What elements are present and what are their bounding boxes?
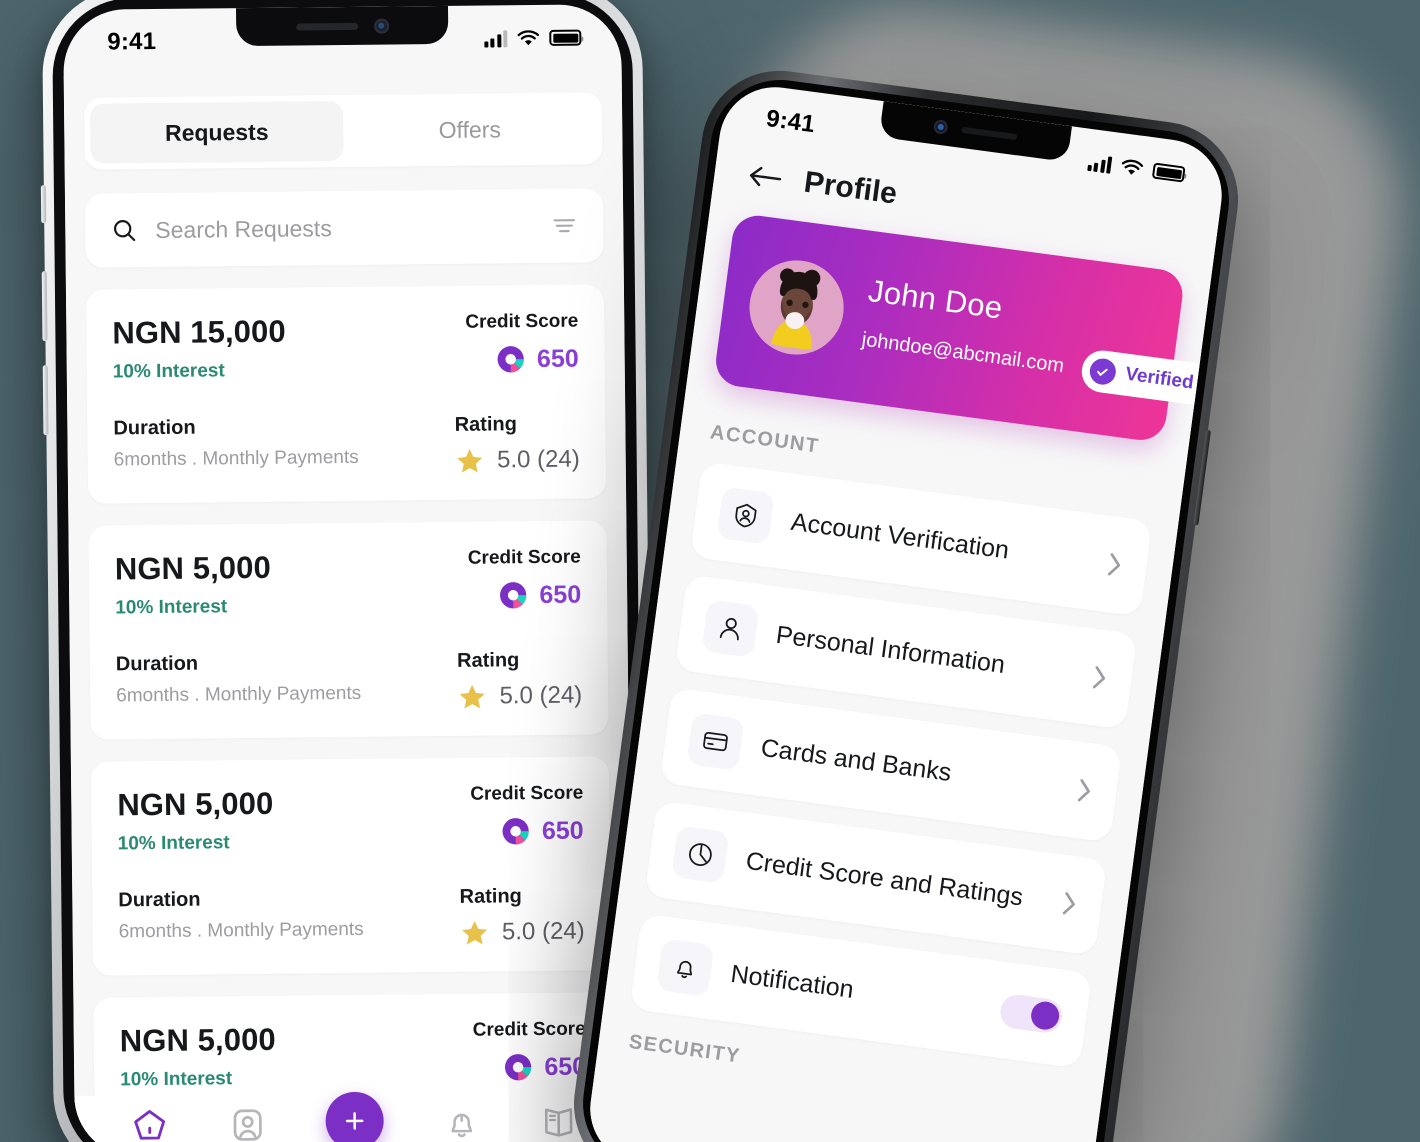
duration-value: 6months . Monthly Payments bbox=[116, 682, 362, 707]
menu-item-label: Notification bbox=[729, 959, 856, 1004]
rating-value: 5.0 (24) bbox=[499, 681, 583, 710]
requests-screen: Requests Offers Search Requests NGN 15,0… bbox=[63, 70, 633, 1142]
profile-icon[interactable] bbox=[229, 1106, 267, 1142]
home-icon[interactable] bbox=[130, 1106, 170, 1142]
credit-score-donut-icon bbox=[502, 818, 530, 845]
menu-item-label: Account Verification bbox=[789, 507, 1011, 565]
card-interest: 10% Interest bbox=[112, 360, 225, 383]
volume-down-button[interactable] bbox=[42, 365, 49, 436]
menu-item-label: Personal Information bbox=[774, 620, 1007, 679]
phone-left-screen: 9:41 Requests Offers Search Requests NGN… bbox=[63, 4, 633, 1142]
shield-person-icon bbox=[716, 486, 775, 545]
duration-value: 6months . Monthly Payments bbox=[118, 918, 364, 943]
credit-score-value: 650 bbox=[541, 816, 584, 845]
credit-score-label: Credit Score bbox=[467, 546, 581, 569]
chart-icon bbox=[671, 825, 730, 884]
credit-score-label: Credit Score bbox=[465, 310, 579, 333]
add-button[interactable] bbox=[325, 1091, 384, 1142]
chevron-right-icon bbox=[1062, 892, 1075, 915]
card-interest: 10% Interest bbox=[120, 1068, 233, 1091]
mockup-stage: 9:41 Requests Offers Search Requests NGN… bbox=[0, 0, 1420, 1142]
card-interest: 10% Interest bbox=[115, 596, 228, 619]
search-icon bbox=[114, 220, 136, 242]
rating-value: 5.0 (24) bbox=[496, 445, 580, 474]
chevron-right-icon bbox=[1077, 779, 1091, 802]
status-badge: Verified bbox=[1078, 347, 1215, 407]
wifi-icon bbox=[1121, 159, 1144, 175]
duration-label: Duration bbox=[115, 652, 199, 676]
search-input[interactable]: Search Requests bbox=[155, 213, 533, 244]
star-icon bbox=[459, 684, 485, 709]
check-icon bbox=[1087, 356, 1118, 387]
duration-label: Duration bbox=[118, 888, 201, 912]
duration-label: Duration bbox=[113, 416, 196, 440]
avatar-illustration-icon bbox=[743, 254, 850, 361]
credit-score-donut-icon bbox=[505, 1054, 532, 1081]
card-icon bbox=[686, 712, 745, 771]
cellular-bars-icon bbox=[1086, 153, 1113, 174]
star-icon bbox=[462, 920, 488, 945]
phone-left: 9:41 Requests Offers Search Requests NGN… bbox=[40, 0, 655, 1142]
card-amount: NGN 5,000 bbox=[117, 785, 274, 823]
avatar bbox=[743, 254, 850, 361]
cellular-bars-icon bbox=[483, 29, 508, 48]
battery-icon bbox=[1151, 162, 1186, 183]
status-time: 9:41 bbox=[764, 104, 817, 139]
notification-toggle[interactable] bbox=[998, 992, 1065, 1035]
page-title: Profile bbox=[802, 165, 899, 211]
tab-bar: Requests Offers bbox=[83, 92, 603, 170]
star-icon bbox=[457, 448, 483, 473]
credit-score-donut-icon bbox=[497, 346, 525, 373]
credit-score-label: Credit Score bbox=[472, 1018, 586, 1041]
card-interest: 10% Interest bbox=[117, 832, 230, 855]
card-amount: NGN 5,000 bbox=[114, 549, 272, 587]
verified-label: Verified bbox=[1124, 363, 1195, 394]
card-amount: NGN 15,000 bbox=[112, 313, 286, 351]
request-card-list: NGN 15,000 10% Interest Credit Score 650… bbox=[66, 284, 633, 1116]
rating-label: Rating bbox=[457, 649, 520, 672]
status-time: 9:41 bbox=[107, 27, 157, 56]
search-bar[interactable]: Search Requests bbox=[84, 188, 604, 268]
request-card[interactable]: NGN 5,000 10% Interest Credit Score bbox=[90, 756, 612, 976]
bottom-navigation bbox=[74, 1090, 633, 1142]
credit-score-label: Credit Score bbox=[470, 782, 584, 805]
credit-score-value: 650 bbox=[539, 580, 582, 609]
rating-label: Rating bbox=[459, 885, 522, 908]
duration-value: 6months . Monthly Payments bbox=[113, 446, 359, 471]
request-card[interactable]: NGN 5,000 10% Interest Credit Score bbox=[88, 520, 609, 740]
credit-score-donut-icon bbox=[500, 582, 527, 609]
bell-icon[interactable] bbox=[442, 1104, 480, 1142]
volume-up-button[interactable] bbox=[41, 271, 48, 342]
bell-icon bbox=[656, 938, 715, 997]
rating-value: 5.0 (24) bbox=[501, 917, 585, 946]
back-arrow-icon[interactable] bbox=[747, 162, 784, 192]
credit-score-value: 650 bbox=[536, 344, 579, 373]
menu-item-label: Cards and Banks bbox=[759, 733, 954, 787]
tab-requests[interactable]: Requests bbox=[89, 101, 344, 164]
status-bar-left: 9:41 bbox=[63, 4, 622, 76]
menu-item-label: Credit Score and Ratings bbox=[744, 846, 1025, 911]
person-icon bbox=[701, 599, 760, 658]
filter-icon[interactable] bbox=[551, 216, 577, 236]
rating-label: Rating bbox=[454, 413, 517, 436]
tab-offers[interactable]: Offers bbox=[343, 98, 597, 161]
account-menu-list: Account Verification Personal Informatio… bbox=[604, 458, 1179, 1072]
request-card[interactable]: NGN 15,000 10% Interest Credit Score 650… bbox=[85, 284, 607, 504]
profile-info: John Doe johndoe@abcmail.com Verified bbox=[859, 273, 1215, 407]
card-amount: NGN 5,000 bbox=[119, 1021, 276, 1059]
plus-icon bbox=[345, 1112, 364, 1130]
wifi-icon bbox=[517, 29, 540, 45]
profile-email: johndoe@abcmail.com bbox=[860, 328, 1066, 377]
mute-switch[interactable] bbox=[40, 185, 47, 224]
chevron-right-icon bbox=[1092, 666, 1106, 689]
battery-icon bbox=[549, 29, 582, 46]
chevron-right-icon bbox=[1107, 553, 1121, 576]
